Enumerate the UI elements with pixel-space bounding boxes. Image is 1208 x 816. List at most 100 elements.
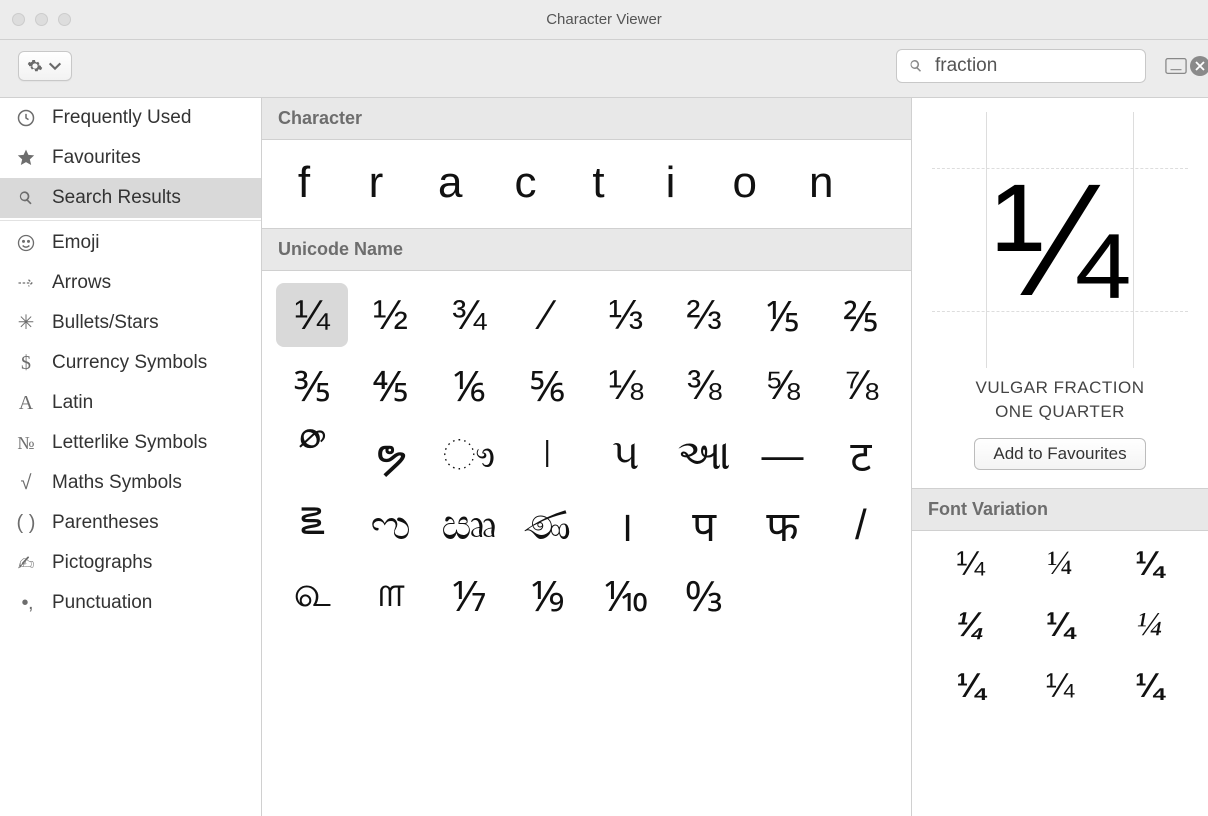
sidebar-item-latin[interactable]: ALatin [0,383,261,423]
search-field[interactable] [896,49,1146,83]
gear-icon [27,58,43,74]
sidebar-item-favourites[interactable]: Favourites [0,138,261,178]
font-variation[interactable]: ¼ [1019,545,1100,584]
result-glyph[interactable]: ౾ [276,493,348,557]
sidebar-item-parentheses[interactable]: ( )Parentheses [0,503,261,543]
result-glyph[interactable]: ⅚ [511,353,583,417]
result-glyph[interactable]: ⅑ [511,563,583,627]
result-glyph[interactable]: । [590,493,662,557]
sidebar-item-label: Latin [52,392,93,414]
result-glyph[interactable]: ⅔ [668,283,740,347]
sidebar-item-label: Bullets/Stars [52,312,159,334]
window-controls[interactable] [12,13,71,26]
font-variation[interactable]: ¼ [930,667,1011,706]
query-char[interactable]: o [732,158,756,208]
sidebar-item-label: Emoji [52,232,100,254]
result-glyph[interactable]: ⅐ [433,563,505,627]
result-glyph[interactable]: प [668,493,740,557]
sidebar-item-maths-symbols[interactable]: √Maths Symbols [0,463,261,503]
query-char[interactable]: c [514,158,536,208]
sidebar-item-search-results[interactable]: Search Results [0,178,261,218]
sidebar-item-currency-symbols[interactable]: $Currency Symbols [0,343,261,383]
query-char[interactable]: i [660,158,680,208]
add-to-favourites-button[interactable]: Add to Favourites [974,438,1145,470]
result-glyph[interactable]: ණ [511,493,583,557]
result-glyph[interactable]: ૫ [590,423,662,487]
font-variation[interactable]: ¼ [1019,667,1100,706]
close-dot[interactable] [12,13,25,26]
search-icon [14,186,38,210]
clear-search-button[interactable] [1190,56,1208,76]
font-variation[interactable]: ¼ [1109,545,1190,584]
sidebar-item-punctuation[interactable]: • , Punctuation [0,583,261,623]
minimize-dot[interactable] [35,13,48,26]
detail-pane: ¼ VULGAR FRACTION ONE QUARTER Add to Fav… [912,98,1208,816]
result-glyph[interactable]: ⅙ [433,353,505,417]
result-glyph[interactable]: ¾ [433,283,505,347]
numero-icon: № [14,431,38,455]
sidebar-item-pictographs[interactable]: ✍︎Pictographs [0,543,261,583]
query-char[interactable]: a [438,158,462,208]
result-glyph[interactable]: ↉ [668,563,740,627]
font-variation[interactable]: ¼ [1109,606,1190,645]
bullets-icon: ✳︎ [14,311,38,335]
query-char[interactable]: f [294,158,314,208]
result-glyph[interactable]: ¼ [276,283,348,347]
sidebar-item-arrows[interactable]: Arrows [0,263,261,303]
result-glyph[interactable]: ௱ [354,563,426,627]
result-glyph[interactable]: — [746,423,818,487]
result-glyph[interactable]: ⅕ [746,283,818,347]
sidebar-item-label: Letterlike Symbols [52,432,207,454]
result-glyph[interactable]: ෟ [433,423,505,487]
settings-menu-button[interactable] [18,51,72,81]
result-glyph[interactable]: ⅒ [590,563,662,627]
query-char[interactable]: n [809,158,833,208]
result-glyph[interactable]: ⅖ [825,283,897,347]
font-variation[interactable]: ¼ [1109,667,1190,706]
result-glyph[interactable]: ⅞ [825,353,897,417]
punct-icon: • , [14,591,38,615]
result-glyph[interactable]: ⁄ [511,283,583,347]
sidebar-item-frequently-used[interactable]: Frequently Used [0,98,261,138]
result-glyph[interactable]: फ [746,493,818,557]
result-glyph[interactable]: ⅛ [590,353,662,417]
result-glyph[interactable]: આ [668,423,740,487]
titlebar: Character Viewer [0,0,1208,40]
result-glyph[interactable]: ट [825,423,897,487]
result-glyph[interactable]: ຯ [354,423,426,487]
query-char[interactable]: r [366,158,386,208]
results-pane: Character fraction Unicode Name ¼½¾⁄⅓⅔⅕⅖… [262,98,912,816]
arrow-icon [14,271,38,295]
dollar-icon: $ [14,351,38,375]
sidebar-item-letterlike-symbols[interactable]: № Letterlike Symbols [0,423,261,463]
font-variation-header: Font Variation [912,488,1208,531]
result-glyph[interactable]: ௳ [276,563,348,627]
chevron-down-icon [47,58,63,74]
query-character-row: fraction [262,140,911,229]
result-glyph[interactable]: ⅓ [590,283,662,347]
search-input[interactable] [933,54,1182,78]
font-variation[interactable]: ¼ [930,545,1011,584]
result-glyph[interactable]: / [825,493,897,557]
sidebar-item-bullets-stars[interactable]: ✳︎ Bullets/Stars [0,303,261,343]
result-glyph[interactable]: ⅜ [668,353,740,417]
sidebar-item-emoji[interactable]: Emoji [0,223,261,263]
sidebar-item-label: Punctuation [52,592,152,614]
result-glyph[interactable]: ඎ [433,493,505,557]
result-glyph[interactable]: ⅝ [746,353,818,417]
toggle-grid-button[interactable] [1162,52,1190,80]
query-char[interactable]: t [588,158,608,208]
font-variation[interactable]: ¼ [1019,606,1100,645]
parens-icon: ( ) [14,511,38,535]
unicode-section-header: Unicode Name [262,229,911,271]
result-glyph[interactable]: ½ [354,283,426,347]
zoom-dot[interactable] [58,13,71,26]
result-glyph[interactable]: ಌ [354,493,426,557]
result-glyph[interactable]: ⅘ [354,353,426,417]
character-name: VULGAR FRACTION ONE QUARTER [912,368,1208,438]
picto-icon: ✍︎ [14,551,38,575]
result-glyph[interactable]: ༳ [276,423,348,487]
font-variation[interactable]: ¼ [930,606,1011,645]
window-title: Character Viewer [0,11,1208,28]
result-glyph[interactable]: ৷ [511,423,583,487]
